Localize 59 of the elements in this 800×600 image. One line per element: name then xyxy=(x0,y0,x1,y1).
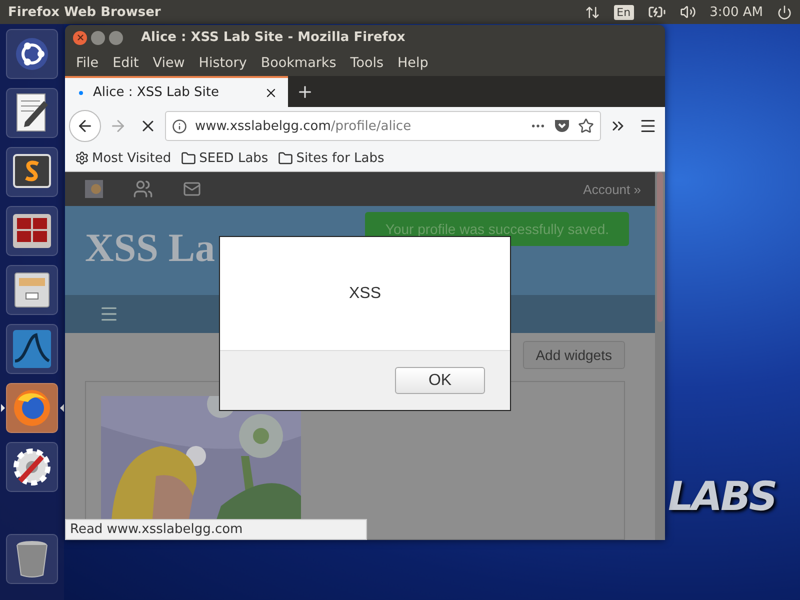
info-icon xyxy=(172,118,187,134)
add-widgets-button[interactable]: Add widgets xyxy=(522,341,625,369)
browser-tab[interactable]: Alice : XSS Lab Site xyxy=(65,76,288,107)
clock[interactable]: 3:00 AM xyxy=(710,4,763,20)
cabinet-icon xyxy=(13,271,51,309)
scrollbar[interactable] xyxy=(655,172,665,540)
menu-item[interactable]: Bookmarks xyxy=(254,55,344,71)
launcher-item[interactable] xyxy=(6,265,58,315)
notepad-pencil-icon xyxy=(14,93,50,133)
url-host: www.xsslabelgg.com xyxy=(195,118,331,134)
back-button[interactable] xyxy=(69,110,101,142)
mail-icon[interactable] xyxy=(183,180,201,198)
launcher-item[interactable] xyxy=(6,29,58,79)
loading-dot xyxy=(79,90,83,94)
wrench-gear-icon xyxy=(12,447,52,487)
close-button[interactable] xyxy=(73,30,87,44)
launcher-item[interactable] xyxy=(6,534,58,584)
status-text: Read www.xsslabelgg.com xyxy=(65,519,367,540)
launcher-item[interactable] xyxy=(6,88,58,138)
address-bar[interactable]: www.xsslabelgg.com/profile/alice xyxy=(165,111,601,141)
bookmark-item[interactable]: SEED Labs xyxy=(181,150,268,166)
bookmark-item[interactable]: Most Visited xyxy=(75,150,172,166)
bookmark-item[interactable]: Sites for Labs xyxy=(278,150,384,166)
folder-icon xyxy=(181,150,196,166)
menu-item[interactable]: History xyxy=(192,55,254,71)
launcher-item[interactable] xyxy=(6,206,58,256)
trash-icon xyxy=(15,540,49,578)
launcher-item[interactable] xyxy=(6,147,58,197)
users-icon[interactable] xyxy=(133,179,153,199)
launcher-item[interactable] xyxy=(6,442,58,492)
close-icon xyxy=(76,33,84,42)
menu-item[interactable]: Edit xyxy=(106,55,146,71)
alert-message: XSS xyxy=(348,284,381,302)
bookmark-star-icon[interactable] xyxy=(578,118,594,134)
volume-icon[interactable] xyxy=(680,4,696,20)
ok-button[interactable]: OK xyxy=(395,367,485,394)
maximize-button[interactable] xyxy=(109,30,123,44)
gear-icon xyxy=(75,151,89,165)
url-path: /profile/alice xyxy=(330,118,412,134)
menu-item[interactable]: Tools xyxy=(343,55,391,71)
forward-arrow-icon xyxy=(109,117,127,135)
menu-item[interactable]: Help xyxy=(390,55,436,71)
fin-icon xyxy=(12,329,52,369)
editor-app-icon xyxy=(12,153,52,191)
dots-ring-icon xyxy=(14,36,50,72)
terminal-grid-icon xyxy=(12,213,52,249)
power-icon[interactable] xyxy=(777,4,792,20)
desktop-logo: LABS xyxy=(668,474,776,520)
menu-item[interactable]: File xyxy=(69,55,106,71)
app-name: Firefox Web Browser xyxy=(8,4,162,20)
window-title: Alice : XSS Lab Site - Mozilla Firefox xyxy=(141,30,406,45)
site-title: XSS La xyxy=(85,224,216,271)
menu-icon xyxy=(639,117,657,135)
keyboard-indicator[interactable]: En xyxy=(614,4,634,20)
folder-icon xyxy=(278,150,294,166)
menu-item[interactable]: View xyxy=(146,55,192,71)
indicator-arrow-icon xyxy=(1,404,5,412)
network-icon[interactable] xyxy=(584,4,600,20)
minimize-button[interactable] xyxy=(91,30,105,44)
